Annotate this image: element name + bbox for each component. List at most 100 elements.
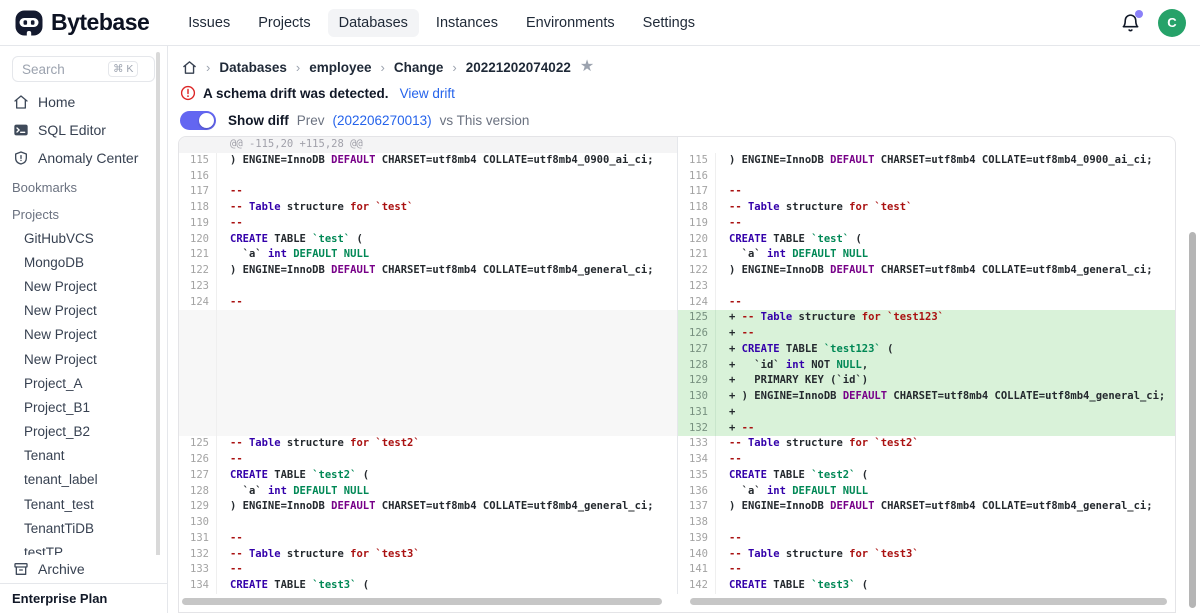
nav-item-projects[interactable]: Projects — [247, 9, 321, 37]
diff-cell-left: 130 — [179, 515, 677, 531]
sidebar-item-project[interactable]: Tenant_test — [0, 492, 167, 516]
code-line — [217, 342, 677, 358]
diff-cell-left: 115) ENGINE=InnoDB DEFAULT CHARSET=utf8m… — [179, 153, 677, 169]
sql-token: CHARSET=utf8mb4 COLLATE=utf8mb4_general_… — [874, 264, 1152, 276]
diff-cell-right: 134-- — [677, 452, 1175, 468]
nav-item-issues[interactable]: Issues — [177, 9, 241, 37]
sql-token: ) ENGINE=InnoDB — [230, 154, 331, 166]
code-line: -- — [217, 562, 677, 578]
nav-item-databases[interactable]: Databases — [328, 9, 419, 37]
nav-item-environments[interactable]: Environments — [515, 9, 626, 37]
diff-cell-right: 118-- Table structure for `test` — [677, 200, 1175, 216]
brand[interactable]: Bytebase — [0, 8, 149, 38]
notifications-button[interactable] — [1120, 12, 1142, 34]
code-line: CREATE TABLE `test3` ( — [217, 578, 677, 594]
sidebar-item-project[interactable]: New Project — [0, 274, 167, 298]
sidebar-item-project[interactable]: Project_B1 — [0, 395, 167, 419]
breadcrumb-change[interactable]: Change — [394, 60, 444, 75]
line-number: 131 — [179, 531, 217, 547]
sql-token: CREATE — [230, 233, 268, 245]
diff-cell-right: 127+ CREATE TABLE `test123` ( — [677, 342, 1175, 358]
show-diff-toggle[interactable] — [180, 111, 216, 130]
chevron-right-icon: › — [452, 60, 456, 75]
sql-token: , — [862, 359, 868, 371]
sidebar-item-project[interactable]: MongoDB — [0, 250, 167, 274]
prev-version-link[interactable]: (202206270013) — [333, 113, 432, 128]
code-line — [716, 279, 1175, 295]
line-number: 125 — [678, 310, 716, 326]
sql-token: structure — [780, 201, 850, 213]
diff-row: 124--124-- — [179, 295, 1175, 311]
sql-token: int — [268, 248, 293, 260]
line-number: 131 — [678, 405, 716, 421]
sidebar-item-project[interactable]: TenantTiDB — [0, 516, 167, 540]
sql-token: -- — [729, 437, 748, 449]
diff-row: 128 `a` int DEFAULT NULL136 `a` int DEFA… — [179, 484, 1175, 500]
breadcrumb-databases[interactable]: Databases — [219, 60, 287, 75]
sidebar-item-archive[interactable]: Archive — [0, 555, 167, 583]
home-icon[interactable] — [182, 60, 197, 75]
show-diff-label: Show diff — [228, 113, 289, 128]
sidebar-scrollbar[interactable] — [156, 52, 160, 557]
sql-token: TABLE — [268, 233, 312, 245]
h-scrollbar-right[interactable] — [690, 598, 1167, 605]
diff-cell-right: 123 — [677, 279, 1175, 295]
project-list: GitHubVCSMongoDBNew ProjectNew ProjectNe… — [0, 226, 167, 589]
star-icon[interactable]: ★ — [580, 59, 594, 75]
sql-token: -- — [230, 296, 243, 308]
sidebar-item-project[interactable]: GitHubVCS — [0, 226, 167, 250]
diff-cell-right: 142CREATE TABLE `test3` ( — [677, 578, 1175, 594]
view-drift-link[interactable]: View drift — [400, 86, 455, 101]
code-line: `a` int DEFAULT NULL — [217, 484, 677, 500]
sidebar: ⌘ K Home SQL Editor Anomaly Center Bookm… — [0, 46, 168, 613]
sql-token: -- — [729, 453, 742, 465]
diff-cell-left — [179, 326, 677, 342]
code-line: -- — [217, 295, 677, 311]
page-scrollbar[interactable] — [1189, 232, 1196, 608]
sidebar-item-sql-editor[interactable]: SQL Editor — [0, 116, 167, 144]
sql-token: -- — [729, 217, 742, 229]
nav-item-instances[interactable]: Instances — [425, 9, 509, 37]
sidebar-item-home[interactable]: Home — [0, 88, 167, 116]
line-number — [179, 358, 217, 374]
avatar[interactable]: C — [1158, 9, 1186, 37]
sidebar-item-label: Home — [38, 94, 75, 110]
diff-row: 132-- Table structure for `test3`140-- T… — [179, 547, 1175, 563]
sidebar-item-project[interactable]: New Project — [0, 347, 167, 371]
sidebar-item-project[interactable]: Project_A — [0, 371, 167, 395]
code-line: CREATE TABLE `test` ( — [716, 232, 1175, 248]
code-line — [217, 326, 677, 342]
sql-token: `test123` — [881, 311, 944, 323]
sql-token: + — [729, 422, 742, 434]
code-line: CREATE TABLE `test` ( — [217, 232, 677, 248]
sql-token: for — [849, 548, 868, 560]
sidebar-item-project[interactable]: New Project — [0, 323, 167, 347]
diff-row: 134CREATE TABLE `test3` (142CREATE TABLE… — [179, 578, 1175, 594]
sidebar-item-project[interactable]: tenant_label — [0, 468, 167, 492]
search-input[interactable] — [22, 62, 108, 77]
sql-token: `a` — [729, 485, 767, 497]
h-scrollbar-left[interactable] — [182, 598, 662, 605]
sql-token: -- — [729, 563, 742, 575]
sidebar-item-project[interactable]: New Project — [0, 299, 167, 323]
sidebar-section-projects: Projects — [0, 199, 167, 226]
nav-item-settings[interactable]: Settings — [632, 9, 706, 37]
diff-cell-left — [179, 405, 677, 421]
bytebase-logo-icon — [14, 8, 44, 38]
breadcrumb-version[interactable]: 20221202074022 — [466, 60, 571, 75]
sidebar-item-project[interactable]: Tenant — [0, 444, 167, 468]
sql-token: DEFAULT — [830, 500, 874, 512]
hunk-header: @@ -115,20 +115,28 @@ — [217, 137, 677, 153]
sql-token: `test` — [369, 201, 413, 213]
sql-token: TABLE — [780, 343, 824, 355]
diff-cell-right: 139-- — [677, 531, 1175, 547]
line-number: 133 — [678, 436, 716, 452]
sidebar-item-anomaly-center[interactable]: Anomaly Center — [0, 144, 167, 172]
sql-token: `test3` — [811, 579, 855, 591]
line-number: 133 — [179, 562, 217, 578]
breadcrumb-database[interactable]: employee — [309, 60, 371, 75]
sidebar-item-project[interactable]: Project_B2 — [0, 420, 167, 444]
search-box[interactable]: ⌘ K — [12, 56, 155, 82]
line-number: 127 — [678, 342, 716, 358]
sql-token: NOT — [811, 359, 836, 371]
